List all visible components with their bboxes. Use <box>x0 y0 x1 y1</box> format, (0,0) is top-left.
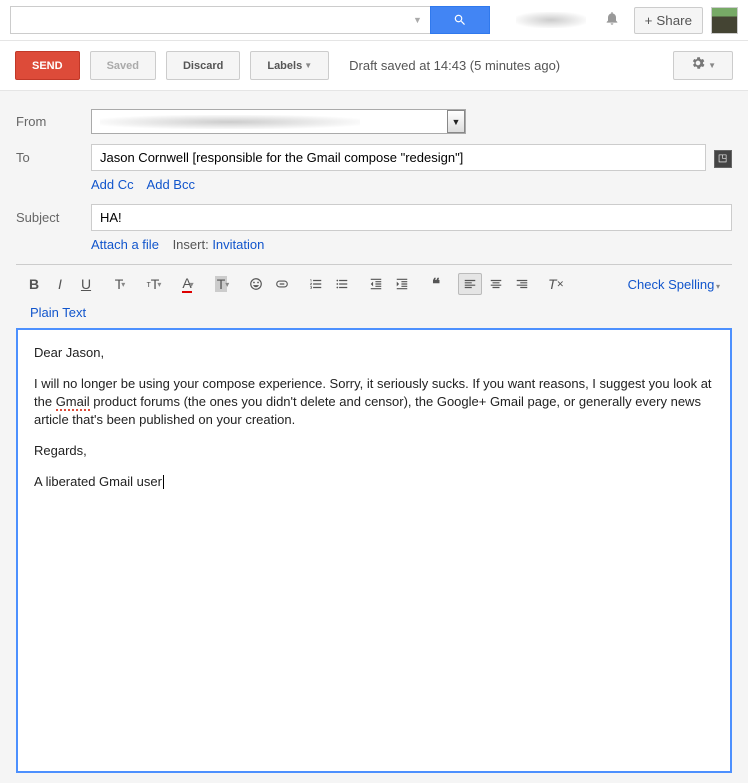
font-family-button[interactable]: T▾ <box>108 273 132 295</box>
share-button[interactable]: + Share <box>634 7 703 34</box>
discard-button[interactable]: Discard <box>166 51 240 80</box>
account-name-redacted <box>516 12 586 28</box>
subject-row: Subject <box>16 204 732 231</box>
search-button[interactable] <box>430 6 490 34</box>
text-cursor <box>163 475 164 489</box>
gear-icon <box>690 55 706 76</box>
format-toolbar: B I U T▾ тT▾ A▾ T▾ ❝ T✕ Check Spelling ▾ <box>16 264 732 301</box>
link-icon <box>275 277 289 291</box>
font-size-button[interactable]: тT▾ <box>142 273 166 295</box>
numbered-list-icon <box>309 277 323 291</box>
body-p1: Dear Jason, <box>34 344 714 362</box>
highlight-button[interactable]: T▾ <box>210 273 234 295</box>
chevron-down-icon: ▼ <box>708 61 716 70</box>
labels-label: Labels <box>267 60 302 72</box>
align-center-icon <box>489 277 503 291</box>
subject-label: Subject <box>16 210 91 225</box>
settings-button[interactable]: ▼ <box>673 51 733 80</box>
from-select[interactable]: ▼ <box>91 109 466 134</box>
invitation-link[interactable]: Invitation <box>212 237 264 252</box>
indent-more-button[interactable] <box>390 273 414 295</box>
popout-icon[interactable]: ◳ <box>714 150 732 168</box>
remove-format-button[interactable]: T✕ <box>544 273 568 295</box>
compose-area: From ▼ To ◳ Add Cc Add Bcc Subject Attac… <box>0 91 748 783</box>
bullet-list-icon <box>335 277 349 291</box>
indent-more-icon <box>395 277 409 291</box>
italic-button[interactable]: I <box>48 273 72 295</box>
chevron-down-icon: ▼ <box>447 110 465 133</box>
saved-button[interactable]: Saved <box>90 51 156 80</box>
share-label: Share <box>656 13 692 28</box>
body-p3: Regards, <box>34 442 714 460</box>
to-label: To <box>16 150 91 165</box>
action-bar: Send Saved Discard Labels ▼ Draft saved … <box>0 40 748 91</box>
check-spelling-link[interactable]: Check Spelling ▾ <box>628 277 726 292</box>
from-label: From <box>16 114 91 129</box>
send-button[interactable]: Send <box>15 51 80 80</box>
underline-button[interactable]: U <box>74 273 98 295</box>
link-button[interactable] <box>270 273 294 295</box>
quote-button[interactable]: ❝ <box>424 273 448 295</box>
attach-insert-links: Attach a file Insert: Invitation <box>91 237 732 252</box>
notifications-icon[interactable] <box>598 10 626 31</box>
check-spelling-label: Check Spelling <box>628 277 715 292</box>
align-center-button[interactable] <box>484 273 508 295</box>
chevron-down-icon: ▼ <box>304 61 312 70</box>
text-color-button[interactable]: A▾ <box>176 273 200 295</box>
bullet-list-button[interactable] <box>330 273 354 295</box>
subject-input[interactable] <box>91 204 732 231</box>
from-address-redacted <box>100 115 360 129</box>
attach-file-link[interactable]: Attach a file <box>91 237 159 252</box>
to-input[interactable] <box>91 144 706 171</box>
draft-status: Draft saved at 14:43 (5 minutes ago) <box>349 58 560 73</box>
add-bcc-link[interactable]: Add Bcc <box>147 177 195 192</box>
align-right-button[interactable] <box>510 273 534 295</box>
search-dropdown-toggle[interactable]: ▼ <box>405 6 430 34</box>
align-left-icon <box>463 277 477 291</box>
search-box: ▼ <box>10 6 490 34</box>
align-right-icon <box>515 277 529 291</box>
plain-text-link[interactable]: Plain Text <box>16 301 732 328</box>
labels-button[interactable]: Labels ▼ <box>250 51 329 80</box>
bold-button[interactable]: B <box>22 273 46 295</box>
emoticon-button[interactable] <box>244 273 268 295</box>
indent-less-icon <box>369 277 383 291</box>
from-row: From ▼ <box>16 109 732 134</box>
align-left-button[interactable] <box>458 273 482 295</box>
indent-less-button[interactable] <box>364 273 388 295</box>
avatar[interactable] <box>711 7 738 34</box>
body-p2: I will no longer be using your compose e… <box>34 375 714 429</box>
to-row: To ◳ <box>16 144 732 171</box>
numbered-list-button[interactable] <box>304 273 328 295</box>
body-p4: A liberated Gmail user <box>34 473 714 491</box>
search-icon <box>453 13 467 27</box>
add-cc-link[interactable]: Add Cc <box>91 177 134 192</box>
search-input[interactable] <box>10 6 405 34</box>
plus-icon: + <box>645 13 653 28</box>
insert-label: Insert: <box>173 237 209 252</box>
chevron-down-icon: ▾ <box>716 282 720 291</box>
message-body-editor[interactable]: Dear Jason, I will no longer be using yo… <box>16 328 732 773</box>
cc-bcc-links: Add Cc Add Bcc <box>91 177 732 192</box>
top-bar: ▼ + Share <box>0 0 748 40</box>
emoticon-icon <box>249 277 263 291</box>
